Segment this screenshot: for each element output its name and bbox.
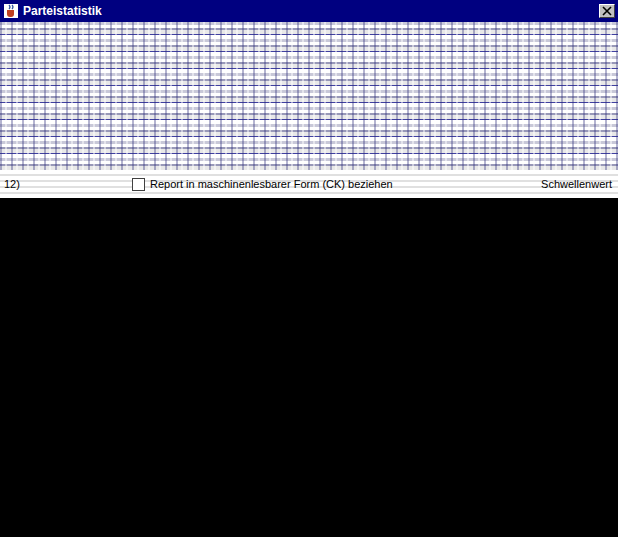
option-label: Report in maschinenlesbarer Form (CK) be… [150,178,393,190]
option-number: 12) [4,178,124,190]
close-icon [602,6,612,16]
side-label: Schwellenwert [541,178,612,190]
garbled-area [0,22,618,170]
option-row: 12) Report in maschinenlesbarer Form (CK… [0,170,618,198]
window-title: Parteistatistik [23,4,102,18]
close-button[interactable] [599,4,615,18]
window: Parteistatistik 12) Report in maschinenl… [0,0,618,537]
java-cup-icon [3,3,19,19]
title-bar: Parteistatistik [0,0,618,22]
checkbox[interactable] [132,178,145,191]
blank-area [0,198,618,537]
option-checkbox[interactable]: Report in maschinenlesbarer Form (CK) be… [132,178,533,191]
